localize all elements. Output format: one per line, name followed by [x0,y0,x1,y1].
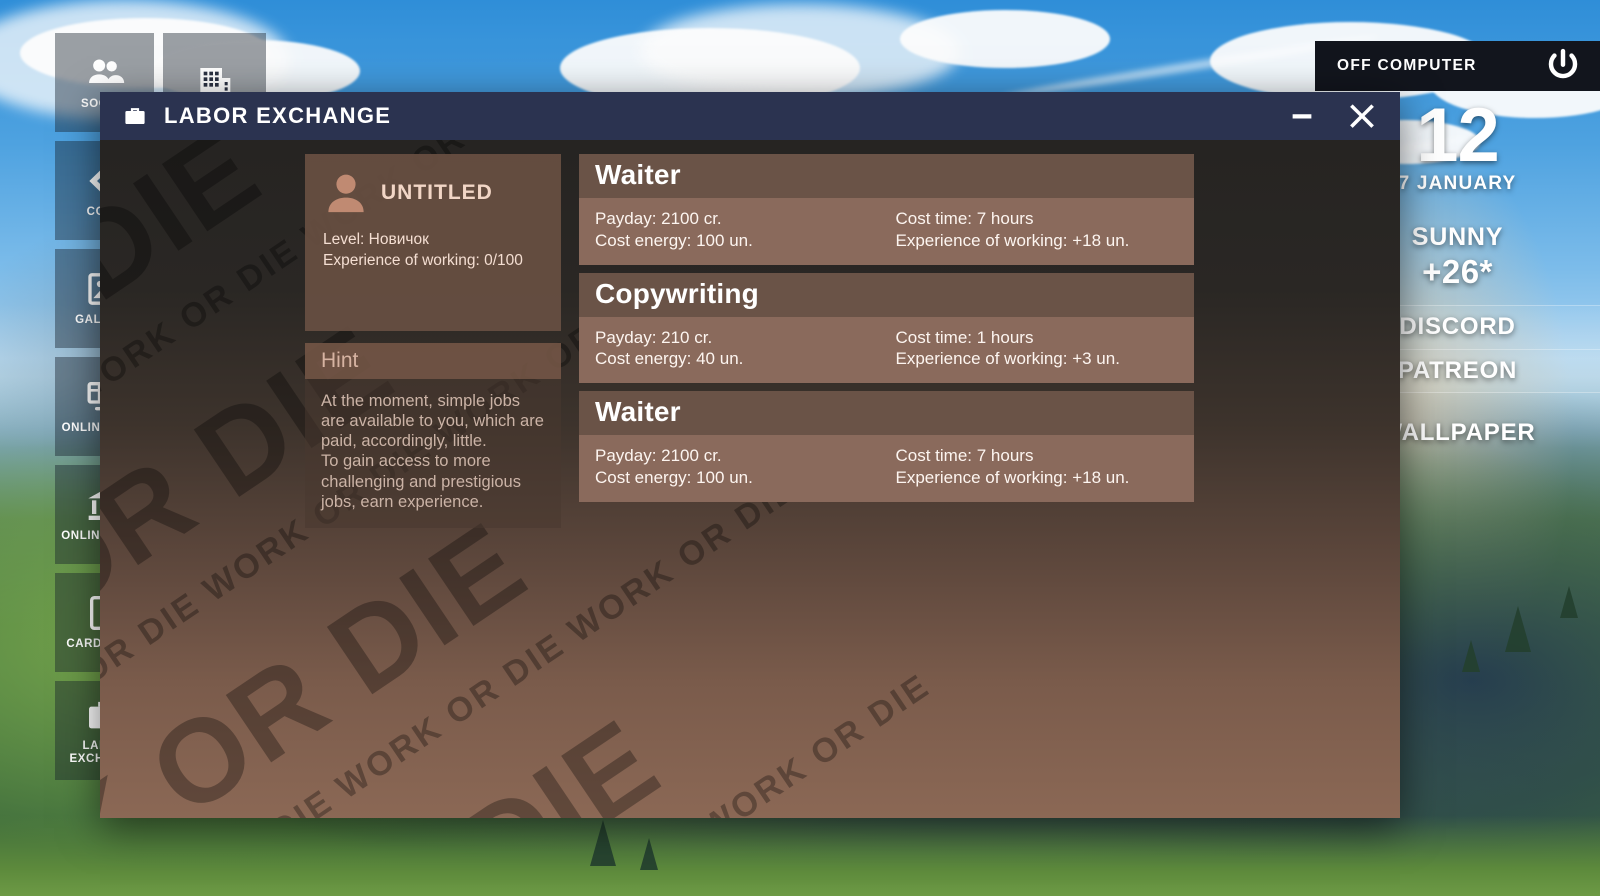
job-body: Payday: 210 cr. Cost energy: 40 un. Cost… [579,316,1194,383]
job-payday: Payday: 210 cr. [595,327,713,347]
job-cost-energy: Cost energy: 40 un. [595,349,744,369]
job-card[interactable]: Waiter Payday: 2100 cr. Cost energy: 100… [579,154,1194,265]
left-column: UNTITLED Level: Новичок Experience of wo… [305,154,561,528]
user-avatar-icon [328,174,364,213]
job-body: Payday: 2100 cr. Cost energy: 100 un. Co… [579,198,1194,265]
hint-paragraph: To gain access to more challenging and p… [321,452,521,511]
job-card[interactable]: Copywriting Payday: 210 cr. Cost energy:… [579,272,1194,383]
briefcase-icon [125,108,145,124]
job-experience: Experience of working: +3 un. [895,349,1120,369]
job-header: Copywriting [579,272,1194,317]
job-cost-time: Cost time: 7 hours [895,209,1034,228]
hint-paragraph: At the moment, simple jobs are available… [321,392,544,451]
job-title: Waiter [595,159,681,190]
hint-card: Hint At the moment, simple jobs are avai… [305,343,561,528]
job-header: Waiter [579,391,1194,435]
job-card[interactable]: Waiter Payday: 2100 cr. Cost energy: 100… [579,391,1194,502]
job-cost-energy: Cost energy: 100 un. [595,230,753,250]
off-computer-button[interactable]: OFF COMPUTER [1315,41,1600,91]
job-cost-energy: Cost energy: 100 un. [595,467,753,487]
hint-header: Hint [305,343,561,379]
profile-name: UNTITLED [381,181,493,204]
job-cost-time: Cost time: 1 hours [895,327,1034,347]
hint-body: At the moment, simple jobs are available… [305,379,561,528]
window-body: WORK OR DIE WORK OR DIE WORK OR DIE WORK… [100,140,1400,818]
job-body: Payday: 2100 cr. Cost energy: 100 un. Co… [579,435,1194,502]
job-payday: Payday: 2100 cr. [595,446,722,465]
job-title: Waiter [595,396,681,427]
labor-exchange-window: LABOR EXCHANGE WORK OR DIE WORK OR DIE W… [100,92,1400,818]
profile-experience: Experience of working: 0/100 [323,252,523,270]
profile-card: UNTITLED Level: Новичок Experience of wo… [305,154,561,331]
minimize-button[interactable] [1272,92,1332,140]
minimize-icon [1292,114,1312,119]
window-titlebar: LABOR EXCHANGE [100,92,1400,140]
screen-root: SOCIAL CODE GALLERY ONLINE SHOP [0,0,1600,896]
power-icon [1548,48,1578,79]
job-cost-time: Cost time: 7 hours [895,446,1034,465]
people-icon [88,59,124,84]
job-experience: Experience of working: +18 un. [895,467,1130,487]
profile-level: Level: Новичок [323,231,429,248]
job-payday: Payday: 2100 cr. [595,209,722,228]
window-content: UNTITLED Level: Новичок Experience of wo… [100,140,1400,528]
close-icon [1350,104,1374,128]
job-title: Copywriting [595,277,759,309]
window-title: LABOR EXCHANGE [164,103,392,128]
job-list: Waiter Payday: 2100 cr. Cost energy: 100… [579,154,1194,528]
job-experience: Experience of working: +18 un. [895,230,1130,250]
job-header: Waiter [579,154,1194,198]
off-computer-label: OFF COMPUTER [1337,57,1477,74]
close-button[interactable] [1332,92,1392,140]
